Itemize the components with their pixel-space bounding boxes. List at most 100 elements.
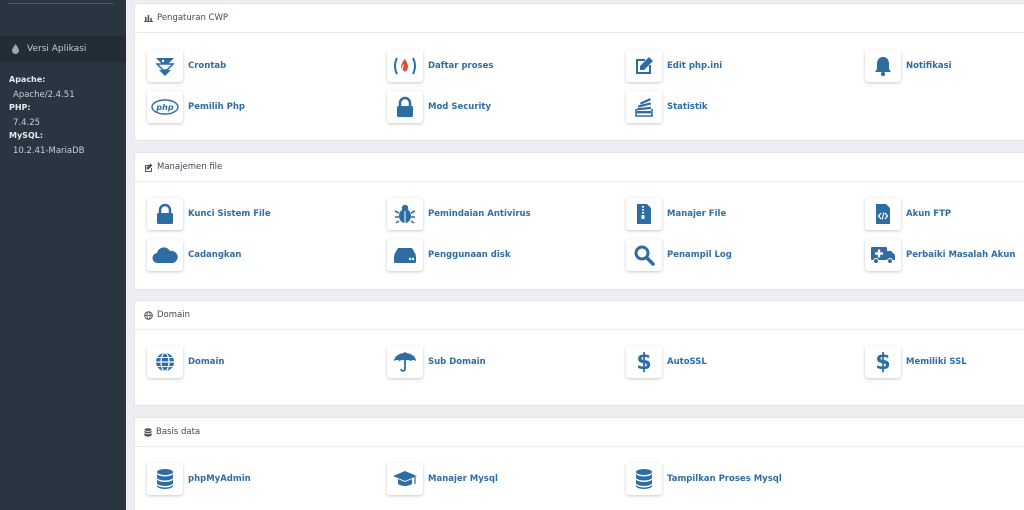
item-label: Tampilkan Proses Mysql [667,474,782,484]
item-sub-domain[interactable]: Sub Domain [387,346,486,378]
mysql-manager-tile [387,463,423,495]
file-code-icon [876,204,890,224]
item-label: Domain [188,357,225,367]
item-label: Memiliki SSL [906,357,967,367]
hdd-icon [394,248,416,263]
item-label: Akun FTP [906,209,952,219]
php-value: 7.4.25 [13,118,41,128]
item-own-ssl[interactable]: $ Memiliki SSL [865,346,967,378]
item-label: Kunci Sistem File [188,209,271,219]
process-list-tile [387,50,423,82]
svg-text:$: $ [875,350,890,374]
item-ftp-accounts[interactable]: Akun FTP [865,198,951,230]
item-edit-phpini[interactable]: Edit php.ini [626,50,722,82]
php-selector-tile: php [147,91,183,123]
item-crontab[interactable]: Crontab [147,50,226,82]
sidebar: Versi Aplikasi Apache: Apache/2.4.51 PHP… [0,0,126,510]
item-fix-account[interactable]: Perbaiki Masalah Akun [865,239,1015,271]
database-icon [636,469,652,489]
panel-file-management: Manajemen file Kunci Sistem File Peminda… [134,152,1024,290]
apache-value: Apache/2.4.51 [13,90,75,100]
panel-header: Manajemen file [135,153,1024,182]
svg-text:$: $ [636,350,651,374]
item-label: Daftar proses [428,61,494,71]
item-mod-security[interactable]: Mod Security [387,91,491,123]
item-autossl[interactable]: $ AutoSSL [626,346,707,378]
panel-header: Basis data [135,418,1024,447]
item-disk-usage[interactable]: Penggunaan disk [387,239,511,271]
item-label: Pemindaian Antivirus [428,209,531,219]
cloud-icon [152,247,178,264]
globe-small-icon [144,310,153,320]
drop-icon [12,44,19,54]
sub-domain-tile [387,346,423,378]
panel-header: Pengaturan CWP [135,4,1024,33]
item-backup[interactable]: Cadangkan [147,239,241,271]
crontab-tile [147,50,183,82]
show-mysql-processes-tile [626,463,662,495]
file-zip-icon [637,204,651,224]
bug-icon [394,204,416,224]
svg-text:php: php [155,103,173,112]
item-label: Notifikasi [906,61,952,71]
item-label: Manajer File [667,209,727,219]
item-label: Cadangkan [188,250,242,260]
item-domain[interactable]: Domain [147,346,224,378]
version-header[interactable]: Versi Aplikasi [0,36,126,62]
database-small-icon [144,427,152,437]
own-ssl-tile: $ [865,346,901,378]
umbrella-icon [394,352,416,372]
mysql-label: MySQL: [9,131,44,140]
antivirus-scan-tile [387,198,423,230]
log-viewer-tile [626,239,662,271]
version-header-label: Versi Aplikasi [27,44,87,54]
autossl-tile: $ [626,346,662,378]
statistics-tile [626,91,662,123]
lock-icon [397,96,413,117]
file-manager-tile [626,198,662,230]
item-notifications[interactable]: Notifikasi [865,50,952,82]
panel-domain: Domain Domain Sub Domain $ AutoSSL $ Mem… [134,300,1024,406]
panel-cwp-settings: Pengaturan CWP Crontab Daftar proses Edi… [134,3,1024,141]
php-icon: php [151,99,179,115]
backup-tile [147,239,183,271]
item-php-selector[interactable]: php Pemilih Php [147,91,245,123]
code-flame-icon [394,57,416,75]
item-statistics[interactable]: Statistik [626,91,708,123]
item-label: Edit php.ini [667,61,723,71]
item-show-mysql-processes[interactable]: Tampilkan Proses Mysql [626,463,782,495]
item-log-viewer[interactable]: Penampil Log [626,239,732,271]
ambulance-icon [871,247,895,264]
item-phpmyadmin[interactable]: phpMyAdmin [147,463,251,495]
lock-filesystem-tile [147,198,183,230]
notifications-tile [865,50,901,82]
panel-database: Basis data phpMyAdmin Manajer Mysql Tamp… [134,417,1024,510]
panel-title: Basis data [156,427,201,437]
globe-icon [156,352,174,372]
item-mysql-manager[interactable]: Manajer Mysql [387,463,498,495]
main-content: Pengaturan CWP Crontab Daftar proses Edi… [126,0,1024,510]
bar-chart-icon [144,15,153,22]
panel-title: Pengaturan CWP [157,13,229,23]
lock-icon [157,203,173,224]
item-label: Penampil Log [667,250,732,260]
panel-title: Manajemen file [157,162,223,172]
item-label: Perbaiki Masalah Akun [906,250,1016,260]
graduation-cap-icon [393,471,417,486]
item-antivirus-scan[interactable]: Pemindaian Antivirus [387,198,531,230]
crontab-icon [155,58,175,76]
mod-security-tile [387,91,423,123]
item-label: Crontab [188,61,227,71]
apache-label: Apache: [9,75,46,84]
disk-usage-tile [387,239,423,271]
item-file-manager[interactable]: Manajer File [626,198,726,230]
item-label: Statistik [667,102,708,112]
item-process-list[interactable]: Daftar proses [387,50,493,82]
edit-icon [636,57,653,74]
search-icon [634,245,655,266]
stack-icon [635,98,653,117]
fix-account-tile [865,239,901,271]
item-lock-filesystem[interactable]: Kunci Sistem File [147,198,271,230]
item-label: Sub Domain [428,357,486,367]
edit-small-icon [145,163,153,172]
